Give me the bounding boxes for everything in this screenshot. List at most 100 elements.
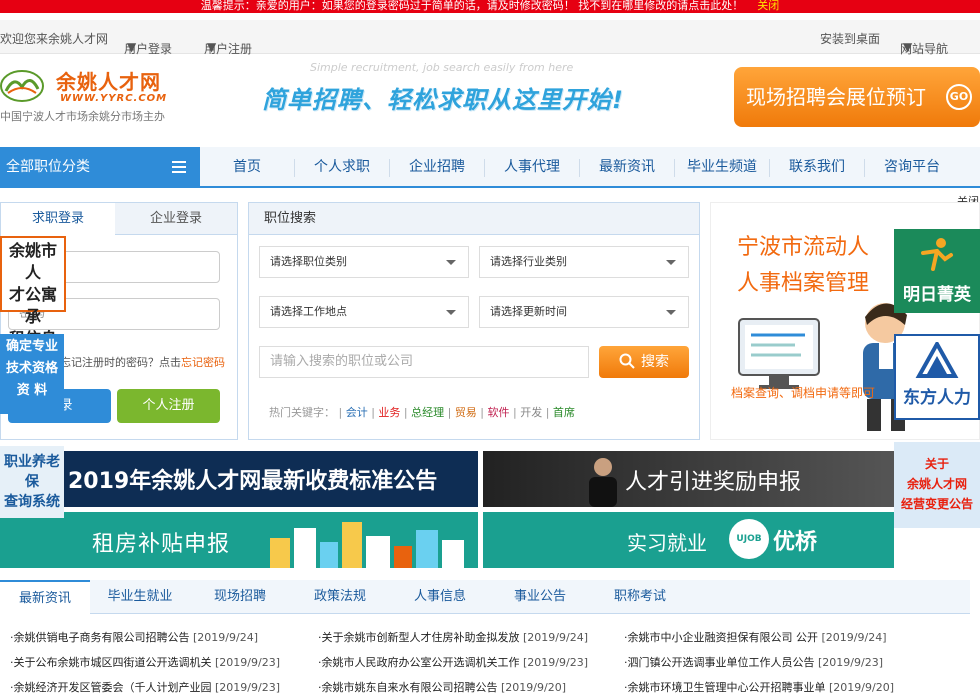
slogan-banner: 简单招聘、轻松求职从这里开始! <box>262 86 624 114</box>
go-icon: GO <box>946 84 972 110</box>
business-change-notice-ad[interactable]: 关于 余姚人才网 经营变更公告 <box>894 442 980 528</box>
register-button[interactable]: 个人注册 <box>117 389 220 423</box>
hot-keyword[interactable]: 贸易 <box>455 406 477 419</box>
news-item[interactable]: ·余姚市人民政府办公室公开选调机关工作 [2019/9/23] <box>318 654 588 670</box>
hot-keyword[interactable]: 首席 <box>553 406 575 419</box>
main-nav: 全部职位分类 首页 个人求职 企业招聘 人事代理 最新资讯 毕业生频道 联系我们… <box>0 147 980 188</box>
float-line: 确定专业 <box>5 339 58 354</box>
industry-select[interactable]: 请选择行业类别 <box>479 246 689 278</box>
tab-employer-login[interactable]: 企业登录 <box>115 203 237 235</box>
hot-keyword[interactable]: 总经理 <box>411 406 444 419</box>
news-item[interactable]: ·关于余姚市创新型人才住房补助金拟发放 [2019/9/24] <box>318 629 588 645</box>
news-title: 余姚市环境卫生管理中心公开招聘事业单 <box>627 681 826 694</box>
internship-banner[interactable]: 实习就业 UJOB 优桥 <box>483 512 894 568</box>
login-tabs: 求职登录 企业登录 <box>1 203 237 235</box>
all-categories-button[interactable]: 全部职位分类 <box>0 147 200 188</box>
archive-ad-line2: 人事档案管理 <box>737 271 870 296</box>
forgot-text: 忘记注册时的密码？点击 <box>60 356 181 369</box>
caret-down-icon: ▼ <box>207 40 217 54</box>
hot-keyword[interactable]: 业务 <box>378 406 400 419</box>
intern-banner-text: 实习就业 <box>627 531 707 555</box>
hot-keyword[interactable]: 会计 <box>346 406 368 419</box>
notice-text[interactable]: 温馨提示：亲爱的用户：如果您的登录密码过于简单的话，请及时修改密码！ 找不到在哪… <box>201 0 744 12</box>
fee-banner-text: 2019年余姚人才网最新收费标准公告 <box>68 469 438 494</box>
float-line: 资 料 <box>16 383 48 398</box>
news-title: 关于公布余姚市城区四街道公开选调机关 <box>13 656 212 669</box>
install-desktop-link[interactable]: 安装到桌面 <box>820 30 880 47</box>
search-icon <box>619 353 635 369</box>
notice-bar: 温馨提示：亲爱的用户：如果您的登录密码过于简单的话，请及时修改密码！ 找不到在哪… <box>0 0 980 13</box>
news-title: 余姚经济开发区管委会（千人计划产业园 <box>13 681 212 694</box>
nav-item-hr-agency[interactable]: 人事代理 <box>485 147 579 188</box>
hot-keyword[interactable]: 开发 <box>520 406 542 419</box>
nav-item-contact[interactable]: 联系我们 <box>770 147 864 188</box>
notice-ad-line2: 余姚人才网 <box>906 477 967 491</box>
update-time-select[interactable]: 请选择更新时间 <box>479 296 689 328</box>
notice-close-link[interactable]: 关闭 <box>757 0 779 12</box>
nav-item-graduates[interactable]: 毕业生频道 <box>675 147 769 188</box>
tab-graduate-jobs[interactable]: 毕业生就业 <box>90 580 190 614</box>
news-title: 泗门镇公开选调事业单位工作人员公告 <box>627 656 815 669</box>
qualification-float[interactable]: 确定专业 技术资格 资 料 <box>0 334 64 414</box>
float-line: 技术资格 <box>5 361 58 376</box>
search-button[interactable]: 搜索 <box>599 346 689 378</box>
news-title: 余姚市姚东自来水有限公司招聘公告 <box>321 681 498 694</box>
hot-keywords: 热门关键字： | 会计 | 业务 | 总经理 | 贸易 | 软件 | 开发 | … <box>269 406 575 419</box>
tab-onsite-recruitment[interactable]: 现场招聘 <box>190 580 290 614</box>
news-item[interactable]: ·余姚市中小企业融资担保有限公司 公开 [2019/9/24] <box>624 629 887 645</box>
tab-public-notices[interactable]: 事业公告 <box>490 580 590 614</box>
news-item[interactable]: ·泗门镇公开选调事业单位工作人员公告 [2019/9/23] <box>624 654 883 670</box>
dongfang-renli-ad[interactable]: 东方人力 <box>894 334 980 420</box>
archive-ad-line1: 宁波市流动人 <box>737 235 870 260</box>
logo-icon[interactable] <box>0 69 44 103</box>
nav-item-home[interactable]: 首页 <box>200 147 294 188</box>
welcome-text: 欢迎您来余姚人才网 <box>0 32 109 46</box>
caret-down-icon: ▼ <box>903 40 913 54</box>
booth-booking-button[interactable]: 现场招聘会展位预订 GO <box>734 67 980 127</box>
nav-item-employers[interactable]: 企业招聘 <box>390 147 484 188</box>
tab-jobseeker-login[interactable]: 求职登录 <box>1 203 115 235</box>
nav-item-consult[interactable]: 咨询平台 <box>865 147 959 188</box>
nav-item-news[interactable]: 最新资讯 <box>580 147 674 188</box>
talent-reward-banner[interactable]: 人才引进奖励申报 <box>483 451 894 507</box>
news-item[interactable]: ·关于公布余姚市城区四街道公开选调机关 [2019/9/23] <box>10 654 280 670</box>
pension-query-float[interactable]: 职业养老保 查询系统 <box>0 446 64 518</box>
hot-keyword[interactable]: 软件 <box>488 406 510 419</box>
apartment-rental-float[interactable]: 余姚市人 才公寓承 租信息 <box>0 236 66 348</box>
all-categories-label: 全部职位分类 <box>6 159 90 175</box>
news-item[interactable]: ·余姚经济开发区管委会（千人计划产业园 [2019/9/23] <box>10 679 280 695</box>
mingri-label: 明日菁英 <box>903 285 971 305</box>
tab-personnel-info[interactable]: 人事信息 <box>390 580 490 614</box>
nav-item-job-seekers[interactable]: 个人求职 <box>295 147 389 188</box>
job-category-select[interactable]: 请选择职位类别 <box>259 246 469 278</box>
tab-latest-news[interactable]: 最新资讯 <box>0 580 90 614</box>
news-date: [2019/9/24] <box>523 631 588 644</box>
caret-down-icon: ▼ <box>127 40 137 54</box>
tab-title-exams[interactable]: 职称考试 <box>590 580 690 614</box>
dongfang-logo-icon <box>915 339 959 378</box>
tab-policy[interactable]: 政策法规 <box>290 580 390 614</box>
mingri-jingying-ad[interactable]: 明日菁英 <box>894 229 980 313</box>
keyword-search-input[interactable]: 请输入搜索的职位或公司 <box>259 346 589 378</box>
news-item[interactable]: ·余姚市环境卫生管理中心公开招聘事业单 [2019/9/20] <box>624 679 894 695</box>
news-item[interactable]: ·余姚市姚东自来水有限公司招聘公告 [2019/9/20] <box>318 679 566 695</box>
search-button-label: 搜索 <box>641 354 669 370</box>
ujob-logo: UJOB <box>729 519 769 559</box>
forgot-password-link[interactable]: 忘记密码 <box>181 356 225 369</box>
person-jump-icon <box>921 238 953 271</box>
rent-banner-text: 租房补贴申报 <box>92 532 231 557</box>
news-date: [2019/9/20] <box>501 681 566 694</box>
location-select[interactable]: 请选择工作地点 <box>259 296 469 328</box>
rent-subsidy-banner[interactable]: 租房补贴申报 <box>0 512 478 568</box>
logo-title[interactable]: 余姚人才网 <box>56 66 161 95</box>
news-date: [2019/9/20] <box>829 681 894 694</box>
businessman-icon <box>589 458 617 507</box>
menu-icon <box>172 161 186 173</box>
fee-standard-banner[interactable]: 2019年余姚人才网最新收费标准公告 <box>0 451 478 507</box>
booking-label: 现场招聘会展位预订 <box>746 85 926 109</box>
news-date: [2019/9/24] <box>193 631 258 644</box>
news-date: [2019/9/23] <box>215 656 280 669</box>
top-bar: 欢迎您来余姚人才网 用户登录 ▼ 用户注册 ▼ 安装到桌面 网站导航 ▼ <box>0 20 980 56</box>
news-item[interactable]: ·余姚供销电子商务有限公司招聘公告 [2019/9/24] <box>10 629 258 645</box>
notice-ad-line1: 关于 <box>924 457 949 471</box>
